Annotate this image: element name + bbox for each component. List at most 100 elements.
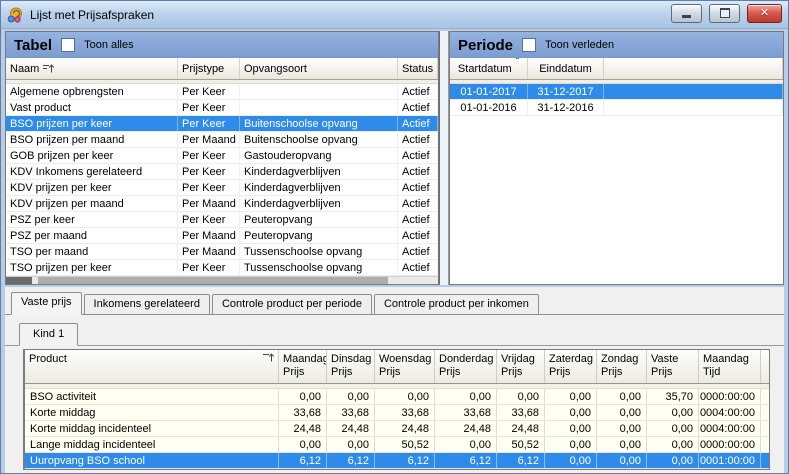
- cell-value: 0,00: [597, 437, 647, 452]
- cell-value: 50,52: [497, 437, 545, 452]
- cell-value: 0,00: [279, 437, 327, 452]
- column-header-vrijdag-prijs[interactable]: VrijdagPrijs: [497, 350, 545, 383]
- cell-value: 33,68: [327, 405, 375, 420]
- scrollbar-thumb[interactable]: [38, 277, 388, 284]
- cell-einddatum: 31-12-2017: [528, 84, 604, 99]
- price-row[interactable]: Korte middag33,6833,6833,6833,6833,680,0…: [25, 405, 769, 421]
- cell-status: Actief: [398, 84, 438, 99]
- tabel-horizontal-scrollbar[interactable]: [6, 276, 438, 284]
- periode-row[interactable]: 01-01-201631-12-2016: [450, 100, 783, 116]
- table-row[interactable]: KDV Inkomens gerelateerdPer KeerKinderda…: [6, 164, 438, 180]
- table-row[interactable]: GOB prijzen per keerPer KeerGastouderopv…: [6, 148, 438, 164]
- tab-controle-product-per-periode[interactable]: Controle product per periode: [212, 294, 372, 314]
- close-button[interactable]: ✕: [747, 4, 782, 23]
- price-table-headers: ProductMaandagPrijsDinsdagPrijsWoensdagP…: [25, 350, 769, 384]
- table-row[interactable]: Algemene opbrengstenPer KeerActief: [6, 84, 438, 100]
- cell-opvangsoort: Buitenschoolse opvang: [240, 116, 398, 131]
- tab-inkomens-gerelateerd[interactable]: Inkomens gerelateerd: [84, 294, 210, 314]
- column-header-dinsdag-prijs[interactable]: DinsdagPrijs: [327, 350, 375, 383]
- cell-status: Actief: [398, 196, 438, 211]
- column-header-woensdag-prijs[interactable]: WoensdagPrijs: [375, 350, 435, 383]
- tabel-rows: Algemene opbrengstenPer KeerActiefVast p…: [6, 84, 438, 276]
- cell-product: Uuropvang BSO school: [25, 453, 279, 468]
- table-row[interactable]: PSZ per maandPer MaandPeuteropvangActief: [6, 228, 438, 244]
- cell-opvangsoort: Peuteropvang: [240, 228, 398, 243]
- column-header-maandag-tijd[interactable]: MaandagTijd: [699, 350, 761, 383]
- minimize-button[interactable]: [671, 4, 702, 23]
- periode-header-band: Periode Toon verleden: [450, 32, 783, 58]
- cell-value: 6,12: [497, 453, 545, 468]
- table-row[interactable]: TSO per maandPer MaandTussenschoolse opv…: [6, 244, 438, 260]
- cell-value: 0,00: [597, 453, 647, 468]
- column-header-prijstype[interactable]: Prijstype: [178, 58, 240, 79]
- cell-value: 0001:00:00: [699, 453, 761, 468]
- tabel-header-band: Tabel Toon alles: [6, 32, 438, 58]
- table-row[interactable]: TSO prijzen per keerPer KeerTussenschool…: [6, 260, 438, 276]
- column-header-startdatum[interactable]: Startdatum ˆ: [450, 58, 528, 79]
- price-row[interactable]: Uuropvang BSO school6,126,126,126,126,12…: [25, 453, 769, 469]
- close-icon: ✕: [760, 8, 769, 19]
- window-controls: ✕: [671, 4, 782, 26]
- column-header-zondag-prijs[interactable]: ZondagPrijs: [597, 350, 647, 383]
- cell-startdatum: 01-01-2016: [450, 100, 528, 115]
- cell-prijstype: Per Keer: [178, 180, 240, 195]
- tabel-column-headers: Naam Prijstype Opvangsoort Status: [6, 58, 438, 80]
- pane-splitter[interactable]: [439, 31, 449, 285]
- tab-controle-product-per-inkomen[interactable]: Controle product per inkomen: [374, 294, 539, 314]
- cell-value: 0,00: [597, 405, 647, 420]
- toon-verleden-checkbox[interactable]: [522, 38, 536, 52]
- cell-value: 24,48: [497, 421, 545, 436]
- table-row[interactable]: KDV prijzen per keerPer KeerKinderdagver…: [6, 180, 438, 196]
- toon-alles-checkbox[interactable]: [61, 38, 75, 52]
- column-header-vaste-prijs[interactable]: VastePrijs: [647, 350, 699, 383]
- cell-naam: KDV Inkomens gerelateerd: [6, 164, 178, 179]
- cell-prijstype: Per Maand: [178, 228, 240, 243]
- window-titlebar: Lijst met Prijsafspraken ✕: [1, 1, 788, 29]
- tab-kind-1[interactable]: Kind 1: [19, 323, 78, 346]
- cell-value: 0,00: [647, 453, 699, 468]
- price-row[interactable]: Lange middag incidenteel0,000,0050,520,0…: [25, 437, 769, 453]
- periode-row[interactable]: 01-01-201731-12-2017: [450, 84, 783, 100]
- table-row[interactable]: Vast productPer KeerActief: [6, 100, 438, 116]
- cell-opvangsoort: Peuteropvang: [240, 212, 398, 227]
- header-label: MaandagTijd: [703, 353, 756, 379]
- column-header-opvangsoort[interactable]: Opvangsoort: [240, 58, 398, 79]
- cell-value: 0,00: [435, 437, 497, 452]
- cell-prijstype: Per Maand: [178, 196, 240, 211]
- sort-caret-icon: ˆ: [516, 60, 519, 66]
- cell-naam: Algemene opbrengsten: [6, 84, 178, 99]
- column-header-zaterdag-prijs[interactable]: ZaterdagPrijs: [545, 350, 597, 383]
- cell-status: Actief: [398, 100, 438, 115]
- column-header-status[interactable]: Status: [398, 58, 438, 79]
- cell-value: 0,00: [545, 453, 597, 468]
- column-header-product[interactable]: Product: [25, 350, 279, 383]
- table-row[interactable]: BSO prijzen per keerPer KeerBuitenschool…: [6, 116, 438, 132]
- column-header-einddatum[interactable]: Einddatum: [528, 58, 604, 79]
- column-header-donderdag-prijs[interactable]: DonderdagPrijs: [435, 350, 497, 383]
- price-tabstrip: Vaste prijsInkomens gerelateerdControle …: [5, 287, 784, 315]
- cell-value: 0004:00:00: [699, 405, 761, 420]
- column-header-naam[interactable]: Naam: [6, 58, 178, 79]
- maximize-button[interactable]: [709, 4, 740, 23]
- cell-opvangsoort: Kinderdagverblijven: [240, 180, 398, 195]
- cell-naam: TSO prijzen per keer: [6, 260, 178, 275]
- table-row[interactable]: KDV prijzen per maandPer MaandKinderdagv…: [6, 196, 438, 212]
- price-row[interactable]: BSO activiteit0,000,000,000,000,000,000,…: [25, 389, 769, 405]
- tabel-heading: Tabel: [14, 37, 52, 54]
- cell-opvangsoort: Gastouderopvang: [240, 148, 398, 163]
- price-row[interactable]: Korte middag incidenteel24,4824,4824,482…: [25, 421, 769, 437]
- app-coins-icon[interactable]: [7, 7, 24, 23]
- cell-product: Korte middag: [25, 405, 279, 420]
- cell-opvangsoort: [240, 84, 398, 99]
- column-header-maandag-prijs[interactable]: MaandagPrijs: [279, 350, 327, 383]
- tab-vaste-prijs[interactable]: Vaste prijs: [11, 292, 82, 315]
- header-label: VrijdagPrijs: [501, 353, 540, 379]
- sort-ascending-icon: [43, 64, 54, 73]
- cell-opvangsoort: Tussenschoolse opvang: [240, 244, 398, 259]
- toon-alles-label: Toon alles: [84, 39, 134, 51]
- cell-value: 6,12: [435, 453, 497, 468]
- header-label: ZondagPrijs: [601, 353, 642, 379]
- table-row[interactable]: BSO prijzen per maandPer MaandBuitenscho…: [6, 132, 438, 148]
- table-row[interactable]: PSZ per keerPer KeerPeuteropvangActief: [6, 212, 438, 228]
- scrollbar-left-block[interactable]: [6, 277, 32, 284]
